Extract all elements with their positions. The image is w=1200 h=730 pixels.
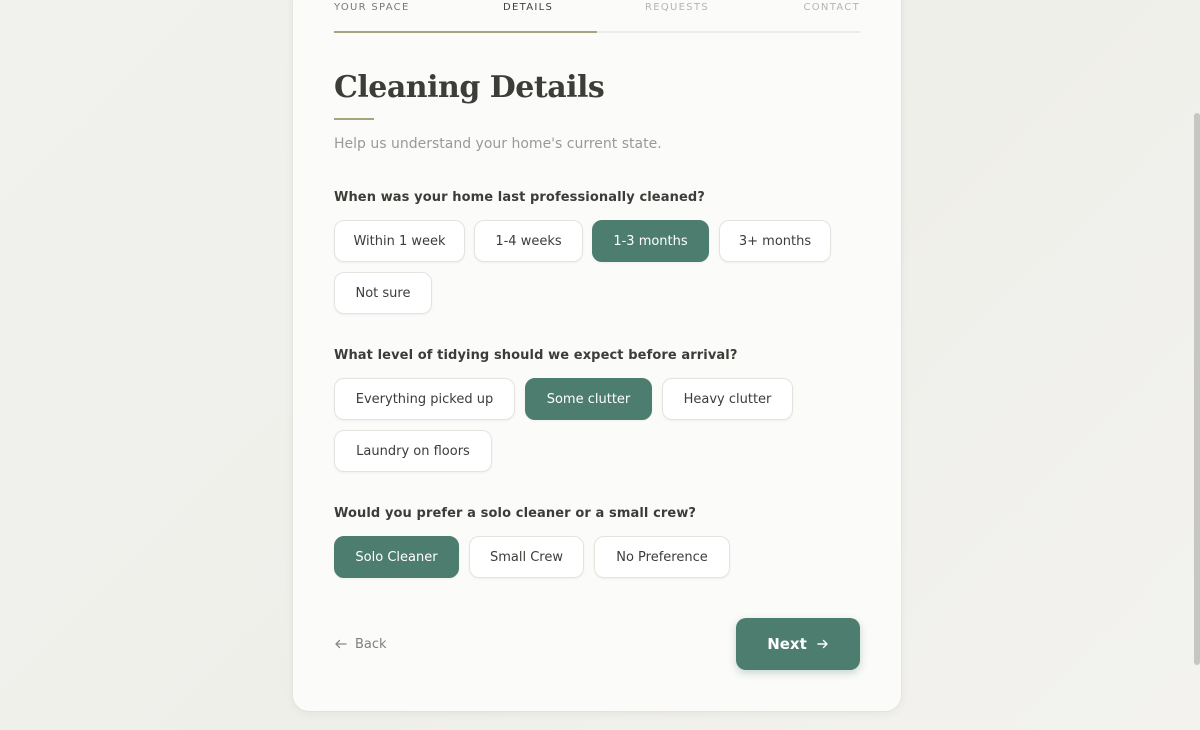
option-solo-cleaner[interactable]: Solo Cleaner <box>334 536 459 578</box>
option-not-sure[interactable]: Not sure <box>334 272 432 314</box>
option-small-crew[interactable]: Small Crew <box>469 536 584 578</box>
step-your-space[interactable]: YOUR SPACE <box>334 2 410 13</box>
option-heavy-clutter[interactable]: Heavy clutter <box>662 378 793 420</box>
option-within-1-week[interactable]: Within 1 week <box>334 220 465 262</box>
question-crew-preference: Would you prefer a solo cleaner or a sma… <box>334 506 697 521</box>
step-requests[interactable]: REQUESTS <box>645 2 709 13</box>
step-progress-bar <box>334 31 597 33</box>
step-contact[interactable]: CONTACT <box>803 2 860 13</box>
step-indicator: YOUR SPACE DETAILS REQUESTS CONTACT <box>334 0 860 33</box>
option-everything-picked-up[interactable]: Everything picked up <box>334 378 515 420</box>
page-title: Cleaning Details <box>334 70 605 105</box>
next-button[interactable]: Next <box>736 618 860 670</box>
arrow-right-icon <box>817 639 829 649</box>
next-label: Next <box>767 635 807 653</box>
page-subtitle: Help us understand your home's current s… <box>334 136 662 152</box>
back-button[interactable]: Back <box>334 633 387 655</box>
title-underline <box>334 118 374 120</box>
page-scrollbar[interactable] <box>1194 113 1200 665</box>
option-laundry-on-floors[interactable]: Laundry on floors <box>334 430 492 472</box>
step-details[interactable]: DETAILS <box>503 2 553 13</box>
question-tidying-level: What level of tidying should we expect b… <box>334 348 738 363</box>
option-some-clutter[interactable]: Some clutter <box>525 378 652 420</box>
question-last-cleaned: When was your home last professionally c… <box>334 190 705 205</box>
back-label: Back <box>355 636 387 652</box>
arrow-left-icon <box>334 639 347 649</box>
option-1-4-weeks[interactable]: 1-4 weeks <box>474 220 583 262</box>
option-3-plus-months[interactable]: 3+ months <box>719 220 831 262</box>
option-no-preference[interactable]: No Preference <box>594 536 730 578</box>
option-1-3-months[interactable]: 1-3 months <box>592 220 709 262</box>
